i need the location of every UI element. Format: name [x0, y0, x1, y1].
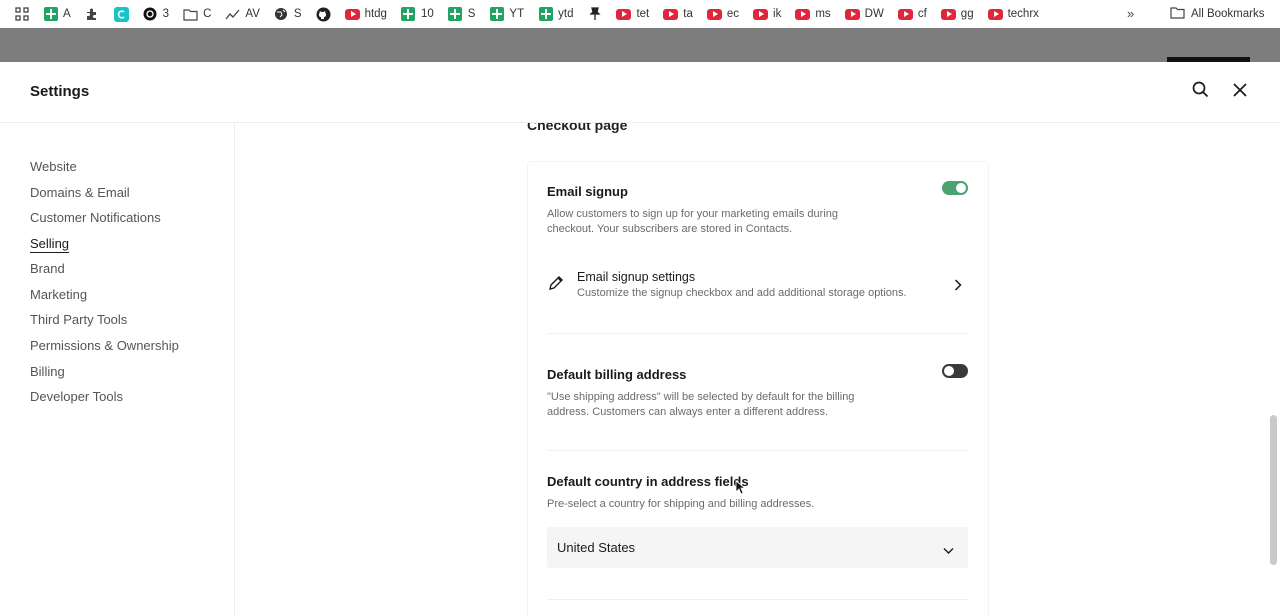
settings-header: Settings: [0, 62, 1280, 123]
youtube-icon: [663, 7, 679, 22]
bookmark-item[interactable]: ta: [663, 7, 693, 22]
email-signup-description: Allow customers to sign up for your mark…: [547, 208, 839, 235]
bookmark-item[interactable]: ms: [795, 7, 831, 22]
bookmark-item[interactable]: S: [274, 7, 302, 22]
youtube-icon: [344, 7, 360, 22]
sheets-icon: [43, 7, 58, 22]
chevron-right-icon: [954, 278, 962, 296]
youtube-icon: [897, 7, 913, 22]
canva-icon: [113, 6, 129, 22]
bookmark-item[interactable]: AV: [225, 7, 260, 22]
bookmark-item[interactable]: htdg: [344, 7, 387, 22]
search-button[interactable]: [1188, 80, 1212, 104]
page-title: Settings: [30, 83, 90, 100]
bookmark-item[interactable]: ec: [706, 7, 739, 22]
folder-icon: [183, 7, 198, 22]
email-signup-settings-description: Customize the signup checkbox and add ad…: [577, 287, 907, 299]
threads-icon: [143, 7, 158, 22]
sheets-icon: [489, 7, 504, 22]
sidebar-item-website[interactable]: Website: [30, 159, 77, 174]
sheets-icon: [401, 7, 416, 22]
youtube-icon: [844, 7, 860, 22]
apps-grid-icon: [14, 7, 29, 22]
default-billing-title: Default billing address: [547, 367, 687, 382]
sidebar-item-selling[interactable]: Selling: [30, 236, 69, 251]
mouse-cursor-icon: [735, 480, 747, 500]
divider: [547, 599, 968, 600]
bookmarks-bar: A 3 C AV S htdg 10 S YT ytd tet ta ec ik…: [0, 0, 1280, 28]
bookmark-item[interactable]: [587, 7, 602, 22]
pin-icon: [587, 7, 602, 22]
bookmark-item[interactable]: [113, 6, 129, 22]
divider: [547, 333, 968, 334]
default-billing-toggle[interactable]: [942, 364, 968, 378]
all-bookmarks-button[interactable]: All Bookmarks: [1170, 0, 1265, 28]
email-signup-toggle[interactable]: [942, 181, 968, 195]
page-overlay: [0, 28, 1280, 62]
default-country-description: Pre-select a country for shipping and bi…: [547, 498, 815, 510]
globe-icon: [274, 7, 289, 22]
default-billing-description: "Use shipping address" will be selected …: [547, 391, 855, 418]
sidebar-item-marketing[interactable]: Marketing: [30, 287, 87, 302]
settings-content: Checkout page Email signup Allow custome…: [236, 123, 1280, 616]
email-signup-settings-link[interactable]: Email signup settings Customize the sign…: [547, 268, 968, 308]
sidebar-item-brand[interactable]: Brand: [30, 261, 65, 276]
default-country-title: Default country in address fields: [547, 474, 749, 489]
youtube-icon: [795, 7, 811, 22]
youtube-icon: [706, 7, 722, 22]
sidebar-item-developer-tools[interactable]: Developer Tools: [30, 389, 123, 404]
bookmark-apps[interactable]: [14, 7, 29, 22]
sidebar-item-third-party-tools[interactable]: Third Party Tools: [30, 312, 127, 327]
settings-panel: Settings Website Domains & Email Custome…: [0, 62, 1280, 616]
extension-icon: [85, 7, 100, 22]
bookmarks-overflow-button[interactable]: »: [1127, 6, 1134, 21]
divider: [547, 450, 968, 451]
sheets-icon: [538, 7, 553, 22]
bookmark-item[interactable]: A: [43, 7, 71, 22]
bookmark-item[interactable]: [85, 7, 100, 22]
scrollbar-thumb[interactable]: [1270, 415, 1277, 565]
email-signup-title: Email signup: [547, 184, 628, 199]
bookmark-item[interactable]: [316, 7, 331, 22]
youtube-icon: [987, 7, 1003, 22]
bookmark-item[interactable]: tet: [616, 7, 649, 22]
trend-icon: [225, 7, 240, 22]
github-icon: [316, 7, 331, 22]
bookmark-item[interactable]: YT: [489, 7, 524, 22]
bookmark-item[interactable]: ytd: [538, 7, 573, 22]
chevron-down-icon: [943, 542, 954, 560]
sidebar-item-customer-notifications[interactable]: Customer Notifications: [30, 210, 161, 225]
settings-sidebar: Website Domains & Email Customer Notific…: [0, 123, 235, 616]
sidebar-item-domains-email[interactable]: Domains & Email: [30, 185, 130, 200]
youtube-icon: [616, 7, 632, 22]
sidebar-item-billing[interactable]: Billing: [30, 364, 65, 379]
sidebar-item-permissions-ownership[interactable]: Permissions & Ownership: [30, 338, 179, 353]
bookmark-item[interactable]: 3: [143, 7, 169, 22]
bookmark-item[interactable]: 10: [401, 7, 434, 22]
pencil-icon: [547, 274, 565, 297]
bookmark-item[interactable]: cf: [897, 7, 927, 22]
country-select[interactable]: United States: [547, 527, 968, 568]
bookmark-item[interactable]: techrx: [987, 7, 1039, 22]
bookmark-item[interactable]: gg: [940, 7, 974, 22]
youtube-icon: [940, 7, 956, 22]
bookmark-item[interactable]: ik: [753, 7, 781, 22]
country-select-value: United States: [557, 540, 636, 555]
search-icon: [1192, 81, 1209, 103]
bookmark-item[interactable]: DW: [844, 7, 884, 22]
close-button[interactable]: [1228, 80, 1252, 104]
sheets-icon: [448, 7, 463, 22]
bookmark-item[interactable]: C: [183, 7, 211, 22]
email-signup-settings-title: Email signup settings: [577, 270, 696, 284]
close-icon: [1233, 82, 1247, 102]
youtube-icon: [753, 7, 769, 22]
folder-icon: [1170, 6, 1185, 22]
section-heading: Checkout page: [527, 123, 628, 133]
bookmark-item[interactable]: S: [448, 7, 475, 22]
